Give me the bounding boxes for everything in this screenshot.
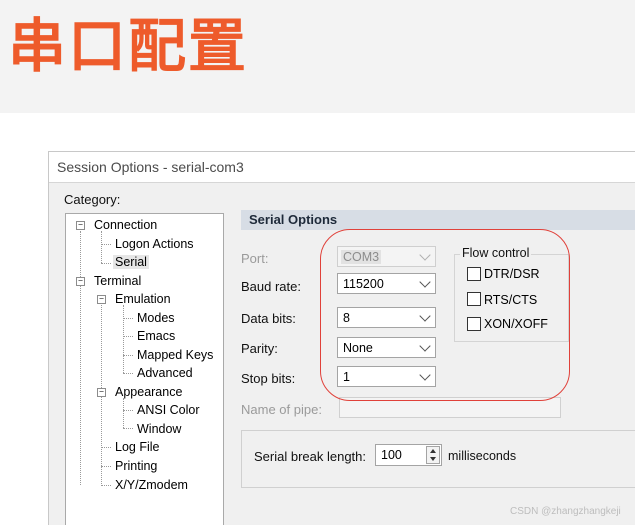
collapse-icon[interactable]: − (97, 295, 106, 304)
tree-line (123, 398, 124, 428)
tree-line (101, 466, 111, 467)
banner: 串口配置 (0, 0, 635, 113)
tree-item-xyzmodem[interactable]: X/Y/Zmodem (115, 478, 188, 492)
milliseconds-label: milliseconds (448, 449, 517, 463)
collapse-icon[interactable]: − (76, 277, 85, 286)
tree-line (123, 428, 133, 429)
tree-line (123, 318, 133, 319)
tree-line (80, 231, 81, 281)
collapse-icon[interactable]: − (97, 388, 106, 397)
tree-item-log-file[interactable]: Log File (115, 440, 159, 454)
tree-line (101, 244, 111, 245)
tree-line (101, 447, 111, 448)
tree-item-emacs[interactable]: Emacs (137, 329, 175, 343)
arrow-up-icon (430, 449, 436, 453)
serial-options-header: Serial Options (241, 210, 635, 230)
tree-item-logon-actions[interactable]: Logon Actions (115, 237, 194, 251)
tree-item-serial[interactable]: Serial (113, 255, 149, 269)
tree-item-connection[interactable]: Connection (94, 218, 157, 232)
tree-item-modes[interactable]: Modes (137, 311, 175, 325)
tree-item-appearance[interactable]: Appearance (115, 385, 182, 399)
baud-rate-label: Baud rate: (241, 279, 301, 294)
tree-line (123, 336, 133, 337)
port-label: Port: (241, 251, 269, 266)
tree-line (123, 410, 133, 411)
tree-line (123, 355, 133, 356)
tree-line (101, 485, 111, 486)
collapse-icon[interactable]: − (76, 221, 85, 230)
watermark: CSDN @zhangzhangkeji (510, 506, 621, 517)
tree-item-emulation[interactable]: Emulation (115, 292, 171, 306)
banner-title: 串口配置 (8, 12, 249, 80)
window-title: Session Options - serial-com3 (57, 159, 244, 175)
data-bits-label: Data bits: (241, 311, 296, 326)
tree-item-mapped-keys[interactable]: Mapped Keys (137, 348, 213, 362)
tree-line (80, 285, 81, 485)
tree-line (101, 263, 111, 264)
stop-bits-label: Stop bits: (241, 371, 296, 386)
annotation-highlight-ellipse (320, 229, 570, 401)
tree-item-ansi-color[interactable]: ANSI Color (137, 403, 200, 417)
pipe-label: Name of pipe: (241, 402, 322, 417)
tree-line (123, 305, 124, 373)
tree-line (101, 231, 102, 263)
tree-item-window[interactable]: Window (137, 422, 181, 436)
tree-item-printing[interactable]: Printing (115, 459, 157, 473)
tree-item-terminal[interactable]: Terminal (94, 274, 141, 288)
parity-label: Parity: (241, 341, 278, 356)
category-label: Category: (64, 192, 121, 207)
serial-break-label: Serial break length: (254, 449, 367, 464)
tree-item-advanced[interactable]: Advanced (137, 366, 193, 380)
tree-line (123, 373, 133, 374)
arrow-down-icon (430, 457, 436, 461)
spinner-buttons[interactable] (426, 446, 440, 464)
serial-break-spinner[interactable]: 100 (375, 444, 442, 466)
